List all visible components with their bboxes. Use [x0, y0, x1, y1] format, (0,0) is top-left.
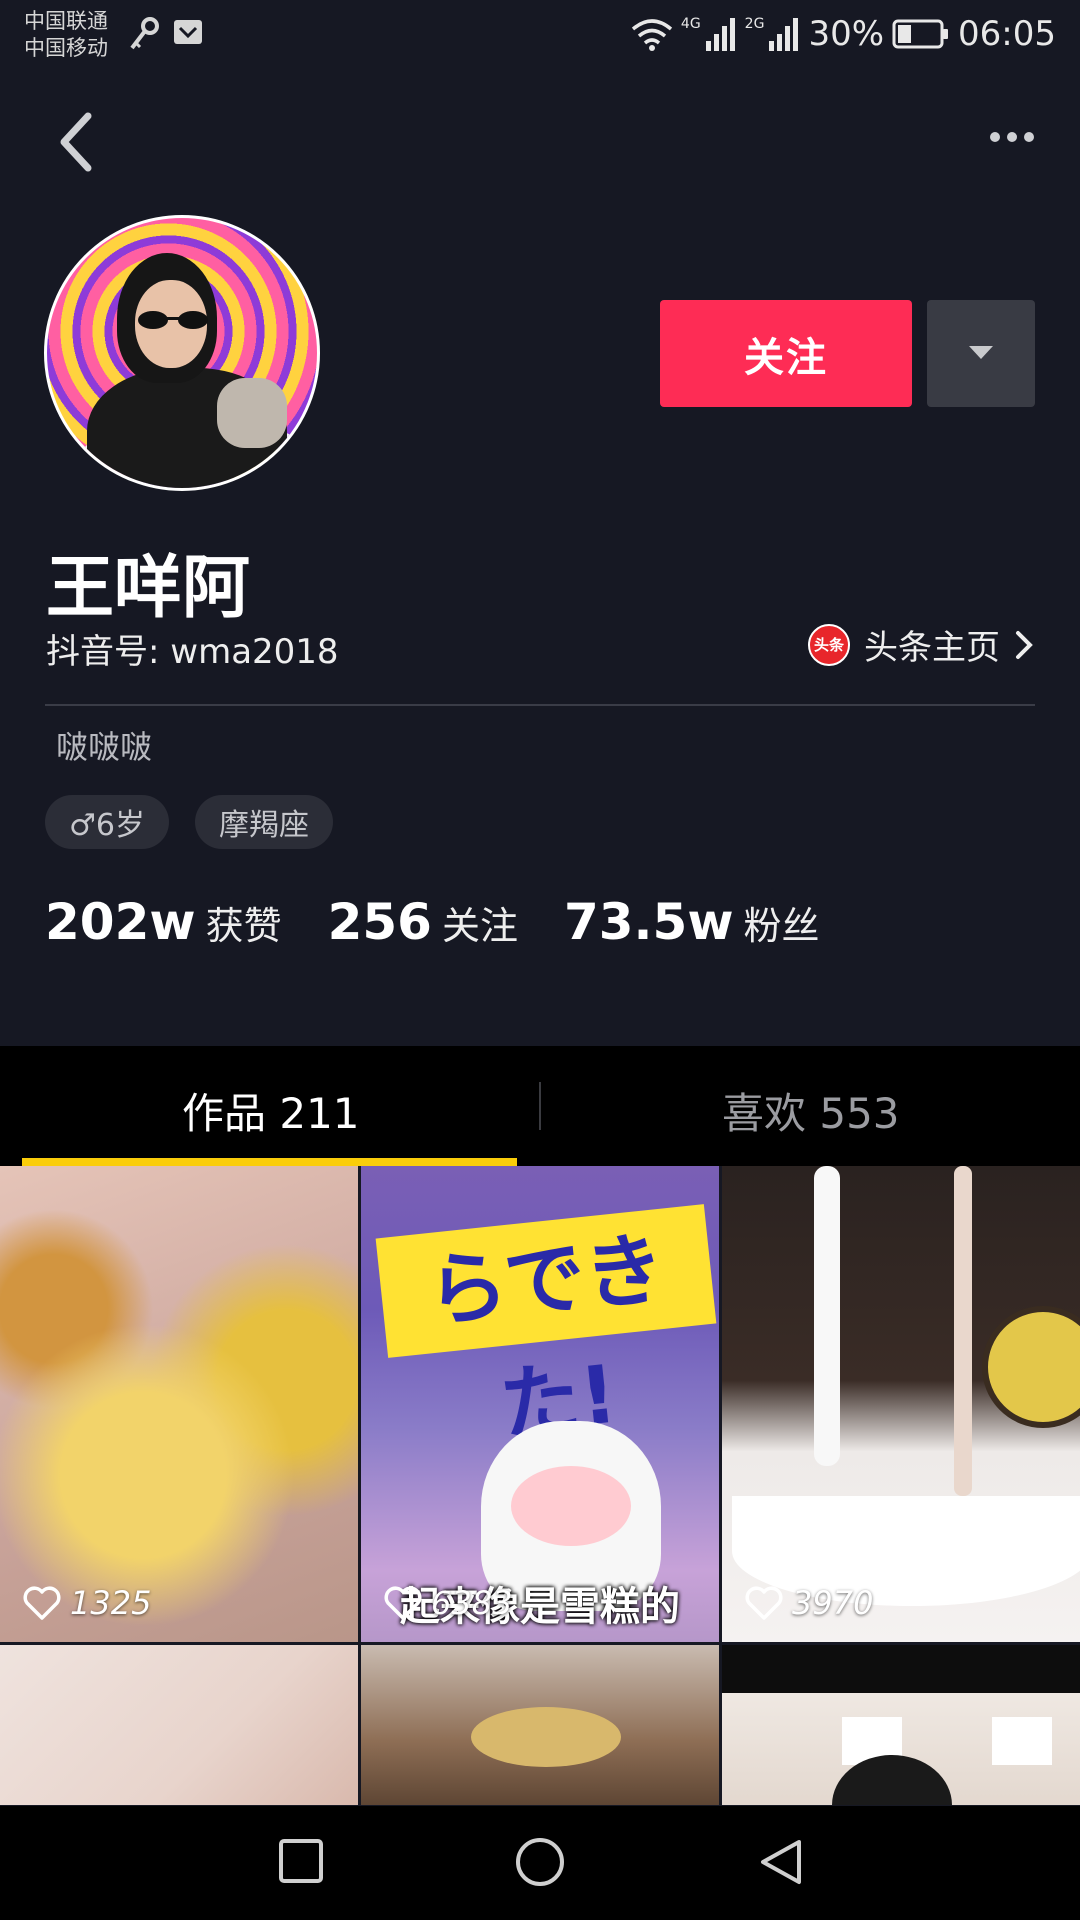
like-count: 6383 [383, 1584, 512, 1622]
stat-following-label: 关注 [441, 904, 518, 948]
avatar[interactable] [44, 215, 320, 491]
like-count: 3970 [744, 1584, 873, 1622]
battery-icon [892, 19, 949, 49]
toutiao-label: 头条主页 [864, 628, 1000, 668]
video-thumbnail[interactable] [0, 1645, 358, 1805]
stat-fans[interactable]: 73.5w 粉丝 [564, 893, 820, 951]
stat-fans-value: 73.5w [563, 893, 734, 951]
more-icon[interactable] [990, 132, 1034, 142]
home-icon[interactable] [514, 1836, 566, 1888]
stat-likes-value: 202w [45, 893, 196, 951]
carrier-2: 中国移动 [24, 36, 108, 60]
video-thumbnail[interactable]: らできた! 起来像是雪糕的 6383 [361, 1166, 719, 1642]
stat-following-value: 256 [327, 893, 432, 951]
like-count-value: 6383 [431, 1584, 513, 1622]
signal-icon-2 [769, 18, 799, 51]
status-bar: 中国联通 中国移动 4G 2G 30% 06:05 [0, 0, 1080, 78]
tab-separator [539, 1082, 541, 1130]
chevron-right-icon [1016, 630, 1033, 659]
like-count-value: 3970 [792, 1584, 874, 1622]
follow-button[interactable]: 关注 [660, 300, 912, 407]
toutiao-homepage-link[interactable]: 头条 头条主页 [808, 620, 1034, 669]
heart-icon [23, 1586, 61, 1620]
tab-indicator [22, 1158, 517, 1166]
key-icon [130, 17, 159, 50]
stat-likes-label: 获赞 [205, 904, 282, 948]
cover-text: らできた! [375, 1204, 717, 1452]
bio: 啵啵啵 [56, 728, 153, 766]
video-thumbnail[interactable] [722, 1645, 1080, 1805]
network-4g: 4G [680, 16, 701, 32]
like-count: 1325 [22, 1584, 151, 1622]
carrier-1: 中国联通 [24, 9, 108, 33]
douyin-id: 抖音号: wma2018 [46, 632, 339, 672]
clock: 06:05 [958, 14, 1056, 54]
zodiac-tag: 摩羯座 [195, 795, 333, 849]
tab-works[interactable]: 作品 211 [182, 1080, 360, 1141]
network-2g: 2G [744, 16, 765, 32]
gender-age-tag: ♂6岁 [45, 795, 169, 849]
video-thumbnail[interactable]: 3970 [722, 1166, 1080, 1642]
status-right: 4G 2G 30% 06:05 [631, 14, 1056, 54]
carrier-info: 中国联通 中国移动 [24, 8, 108, 62]
video-thumbnail[interactable]: 1325 [0, 1166, 358, 1642]
wifi-icon [631, 19, 673, 51]
caret-down-icon [969, 346, 993, 359]
signal-icon-1 [705, 18, 735, 51]
stat-likes[interactable]: 202w 获赞 [45, 893, 282, 951]
divider [45, 704, 1035, 706]
toutiao-logo-icon: 头条 [808, 623, 850, 666]
stat-following[interactable]: 256 关注 [328, 893, 518, 951]
back-icon[interactable] [56, 112, 96, 172]
heart-icon [384, 1586, 422, 1620]
heart-icon [745, 1586, 783, 1620]
profile-name: 王咩阿 [46, 549, 251, 628]
tab-likes[interactable]: 喜欢 553 [722, 1080, 900, 1141]
battery-percent: 30% [808, 14, 885, 54]
profile-stats: 202w 获赞 256 关注 73.5w 粉丝 [45, 893, 866, 951]
like-count-value: 1325 [70, 1584, 152, 1622]
huawei-app-icon [174, 20, 202, 44]
recommend-dropdown-button[interactable] [927, 300, 1035, 407]
back-nav-icon[interactable] [758, 1838, 804, 1886]
recent-apps-icon[interactable] [278, 1838, 324, 1884]
stat-fans-label: 粉丝 [743, 904, 820, 948]
video-thumbnail[interactable] [361, 1645, 719, 1805]
